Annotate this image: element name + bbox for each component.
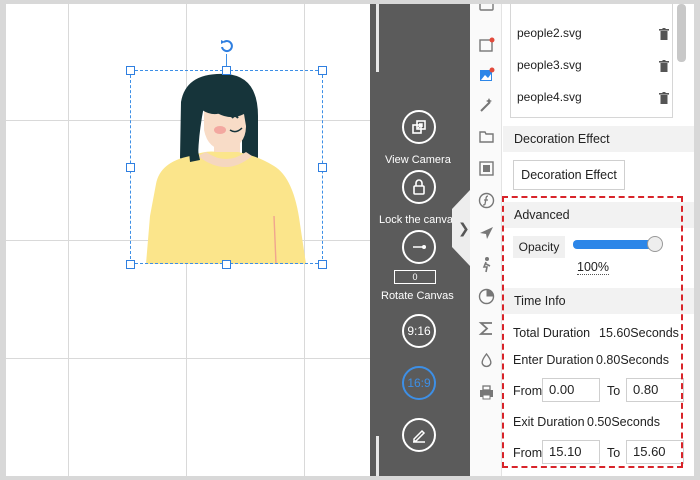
file-item-name[interactable]: people4.svg xyxy=(517,90,582,104)
picture-icon[interactable] xyxy=(478,66,495,83)
camera-view-icon xyxy=(412,120,426,134)
resize-handle[interactable] xyxy=(222,260,231,269)
selection-box[interactable] xyxy=(130,70,323,264)
sigma-icon[interactable] xyxy=(478,320,495,337)
resize-handle[interactable] xyxy=(126,66,135,75)
view-camera-label: View Camera xyxy=(385,154,451,166)
image-edit-icon[interactable] xyxy=(478,36,495,53)
resize-handle[interactable] xyxy=(222,66,231,75)
edit-button[interactable] xyxy=(402,418,436,452)
chevron-right-icon: ❯ xyxy=(458,220,470,236)
canvas[interactable] xyxy=(6,4,370,476)
comment-icon[interactable] xyxy=(478,4,495,15)
lock-canvas-button[interactable] xyxy=(402,170,436,204)
toolbar-rail xyxy=(376,4,379,72)
editor-window: View Camera Lock the canva 0 Rotate Canv… xyxy=(6,4,694,476)
file-item-name[interactable]: people3.svg xyxy=(517,58,582,72)
resize-handle[interactable] xyxy=(318,163,327,172)
pie-chart-icon[interactable] xyxy=(478,288,495,305)
rotate-canvas-label: Rotate Canvas xyxy=(381,290,454,302)
file-item-name[interactable]: people2.svg xyxy=(517,26,582,40)
resize-handle[interactable] xyxy=(318,260,327,269)
trash-icon[interactable] xyxy=(659,92,669,104)
drop-icon[interactable] xyxy=(478,352,495,369)
resize-handle[interactable] xyxy=(318,66,327,75)
view-camera-button[interactable] xyxy=(402,110,436,144)
lock-canvas-label: Lock the canva xyxy=(379,214,453,226)
ratio-16-9-button[interactable]: 16:9 xyxy=(402,366,436,400)
decoration-section-header: Decoration Effect xyxy=(503,126,694,152)
dial-pointer-icon xyxy=(413,245,426,249)
film-icon[interactable] xyxy=(478,160,495,177)
person-walk-icon[interactable] xyxy=(478,256,495,273)
resize-handle[interactable] xyxy=(126,260,135,269)
toolbar-rail xyxy=(376,436,379,476)
pencil-icon xyxy=(413,429,426,443)
rotate-handle-icon[interactable] xyxy=(219,38,235,54)
airplane-icon[interactable] xyxy=(478,224,495,241)
highlight-annotation-box xyxy=(502,196,683,468)
ratio-9-16-button[interactable]: 9:16 xyxy=(402,314,436,348)
printer-icon[interactable] xyxy=(478,384,495,401)
rotate-value-field[interactable]: 0 xyxy=(394,270,436,284)
trash-icon[interactable] xyxy=(659,60,669,72)
panel-icon-strip xyxy=(470,4,502,476)
function-icon[interactable] xyxy=(478,192,495,209)
decoration-effect-button[interactable]: Decoration Effect xyxy=(513,160,625,190)
file-list: people2.svg people3.svg people4.svg xyxy=(510,4,673,118)
rotate-canvas-dial[interactable] xyxy=(402,230,436,264)
file-list-scrollbar[interactable] xyxy=(677,4,686,62)
folder-icon[interactable] xyxy=(478,128,495,145)
grid-line xyxy=(6,358,370,359)
lock-icon xyxy=(413,179,425,195)
trash-icon[interactable] xyxy=(659,28,669,40)
resize-handle[interactable] xyxy=(126,163,135,172)
magic-wand-icon[interactable] xyxy=(478,96,495,113)
